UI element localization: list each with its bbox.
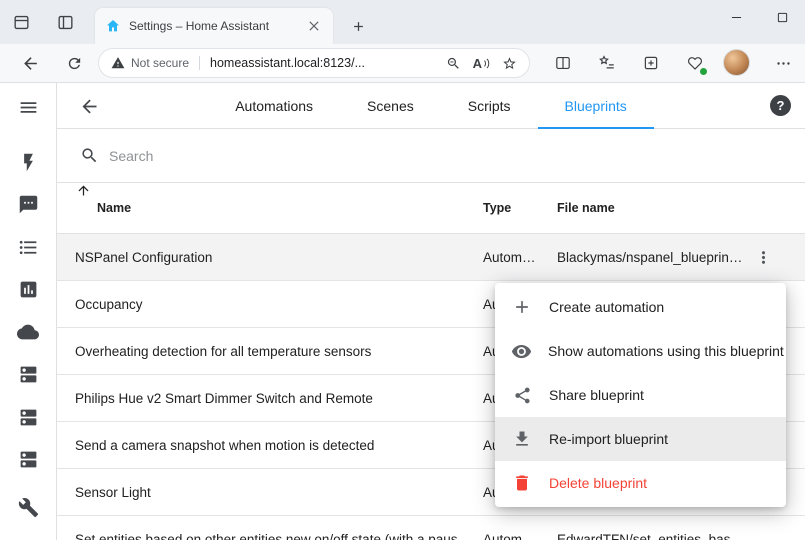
- row-name: Sensor Light: [75, 469, 151, 516]
- window-controls: [713, 0, 805, 34]
- row-name: Occupancy: [75, 281, 143, 328]
- new-tab-button[interactable]: [344, 12, 372, 40]
- back-icon[interactable]: [13, 47, 47, 79]
- row-name: Send a camera snapshot when motion is de…: [75, 422, 374, 469]
- menu-item-create-automation[interactable]: Create automation: [495, 285, 786, 329]
- row-name: Overheating detection for all temperatur…: [75, 328, 371, 375]
- tab-title: Settings – Home Assistant: [129, 19, 297, 33]
- menu-item-label: Share blueprint: [549, 387, 644, 403]
- search-icon: [80, 146, 99, 165]
- maximize-button[interactable]: [759, 0, 805, 34]
- menu-item-delete-blueprint[interactable]: Delete blueprint: [495, 461, 786, 505]
- tab-automations[interactable]: Automations: [208, 83, 340, 129]
- share-icon: [511, 386, 533, 405]
- trash-icon: [511, 473, 533, 493]
- browser-tab[interactable]: Settings – Home Assistant: [95, 8, 333, 44]
- favorites-icon[interactable]: [590, 47, 624, 79]
- row-file: Blackymas/nspanel_blueprin…: [557, 234, 742, 281]
- menu-item-label: Create automation: [549, 299, 664, 315]
- profile-avatar[interactable]: [723, 49, 750, 76]
- table-header: Name Type File name: [57, 183, 805, 234]
- read-aloud-icon[interactable]: A: [473, 56, 490, 71]
- list-icon[interactable]: [8, 227, 48, 267]
- split-screen-icon[interactable]: [546, 47, 580, 79]
- sort-ascending-icon[interactable]: [76, 183, 91, 198]
- tab-scenes[interactable]: Scenes: [340, 83, 441, 129]
- menu-item-show-automations[interactable]: Show automations using this blueprint: [495, 329, 786, 373]
- url-text[interactable]: homeassistant.local:8123/...: [210, 56, 434, 70]
- browser-essentials-icon[interactable]: [678, 47, 712, 79]
- column-header-file[interactable]: File name: [557, 183, 615, 234]
- table-row[interactable]: Set entities based on other entities new…: [57, 516, 805, 540]
- workspaces-icon[interactable]: [6, 7, 36, 37]
- chat-icon[interactable]: [8, 184, 48, 224]
- column-header-type[interactable]: Type: [483, 183, 511, 234]
- refresh-icon[interactable]: [57, 47, 91, 79]
- minimize-button[interactable]: [713, 0, 759, 34]
- bolt-icon[interactable]: [8, 142, 48, 182]
- vertical-tabs-icon[interactable]: [50, 7, 80, 37]
- server-icon[interactable]: [8, 397, 48, 437]
- tab-blueprints[interactable]: Blueprints: [538, 83, 654, 129]
- menu-item-label: Show automations using this blueprint: [548, 343, 784, 359]
- row-name: Set entities based on other entities new…: [75, 516, 477, 540]
- eye-icon: [511, 341, 532, 362]
- menu-item-label: Delete blueprint: [549, 475, 647, 491]
- address-bar[interactable]: Not secure homeassistant.local:8123/... …: [98, 48, 530, 78]
- tab-close-icon[interactable]: [305, 17, 323, 35]
- row-overflow-menu-icon[interactable]: [743, 237, 783, 277]
- security-label[interactable]: Not secure: [131, 56, 189, 70]
- row-name: NSPanel Configuration: [75, 234, 212, 281]
- warning-icon[interactable]: [111, 56, 125, 70]
- collections-icon[interactable]: [634, 47, 668, 79]
- search-input[interactable]: [109, 148, 429, 164]
- menu-item-label: Re-import blueprint: [549, 431, 668, 447]
- chart-icon[interactable]: [8, 269, 48, 309]
- column-header-name[interactable]: Name: [97, 183, 131, 234]
- blueprint-context-menu: Create automation Show automations using…: [495, 283, 786, 507]
- address-divider: [199, 56, 200, 70]
- ha-header: Automations Scenes Scripts Blueprints ?: [57, 83, 805, 129]
- plus-icon: [511, 297, 533, 317]
- row-name: Philips Hue v2 Smart Dimmer Switch and R…: [75, 375, 373, 422]
- menu-item-reimport-blueprint[interactable]: Re-import blueprint: [495, 417, 786, 461]
- cloud-icon[interactable]: [8, 312, 48, 352]
- menu-icon[interactable]: [8, 87, 48, 127]
- search-row: [57, 129, 805, 183]
- browser-titlebar: Settings – Home Assistant: [0, 0, 805, 44]
- wrench-icon[interactable]: [8, 487, 48, 527]
- server-icon[interactable]: [8, 439, 48, 479]
- status-dot: [699, 67, 708, 76]
- row-type: Autom…: [483, 234, 536, 281]
- server-icon[interactable]: [8, 354, 48, 394]
- home-assistant-favicon: [105, 18, 121, 34]
- ha-tab-bar: Automations Scenes Scripts Blueprints: [57, 83, 805, 129]
- row-type: Autom…: [483, 516, 536, 540]
- row-file: EdwardTFN/set_entities_bas…: [557, 516, 744, 540]
- zoom-out-icon[interactable]: [446, 56, 461, 71]
- browser-window: Settings – Home Assistant: [0, 0, 805, 540]
- more-menu-icon[interactable]: [766, 47, 800, 79]
- favorite-star-icon[interactable]: [502, 56, 517, 71]
- table-row[interactable]: NSPanel Configuration Autom… Blackymas/n…: [57, 234, 805, 281]
- help-icon[interactable]: ?: [770, 95, 791, 116]
- ha-sidebar: [0, 83, 57, 540]
- download-icon: [511, 429, 533, 449]
- browser-navbar: Not secure homeassistant.local:8123/... …: [0, 44, 805, 82]
- tab-scripts[interactable]: Scripts: [441, 83, 538, 129]
- menu-item-share-blueprint[interactable]: Share blueprint: [495, 373, 786, 417]
